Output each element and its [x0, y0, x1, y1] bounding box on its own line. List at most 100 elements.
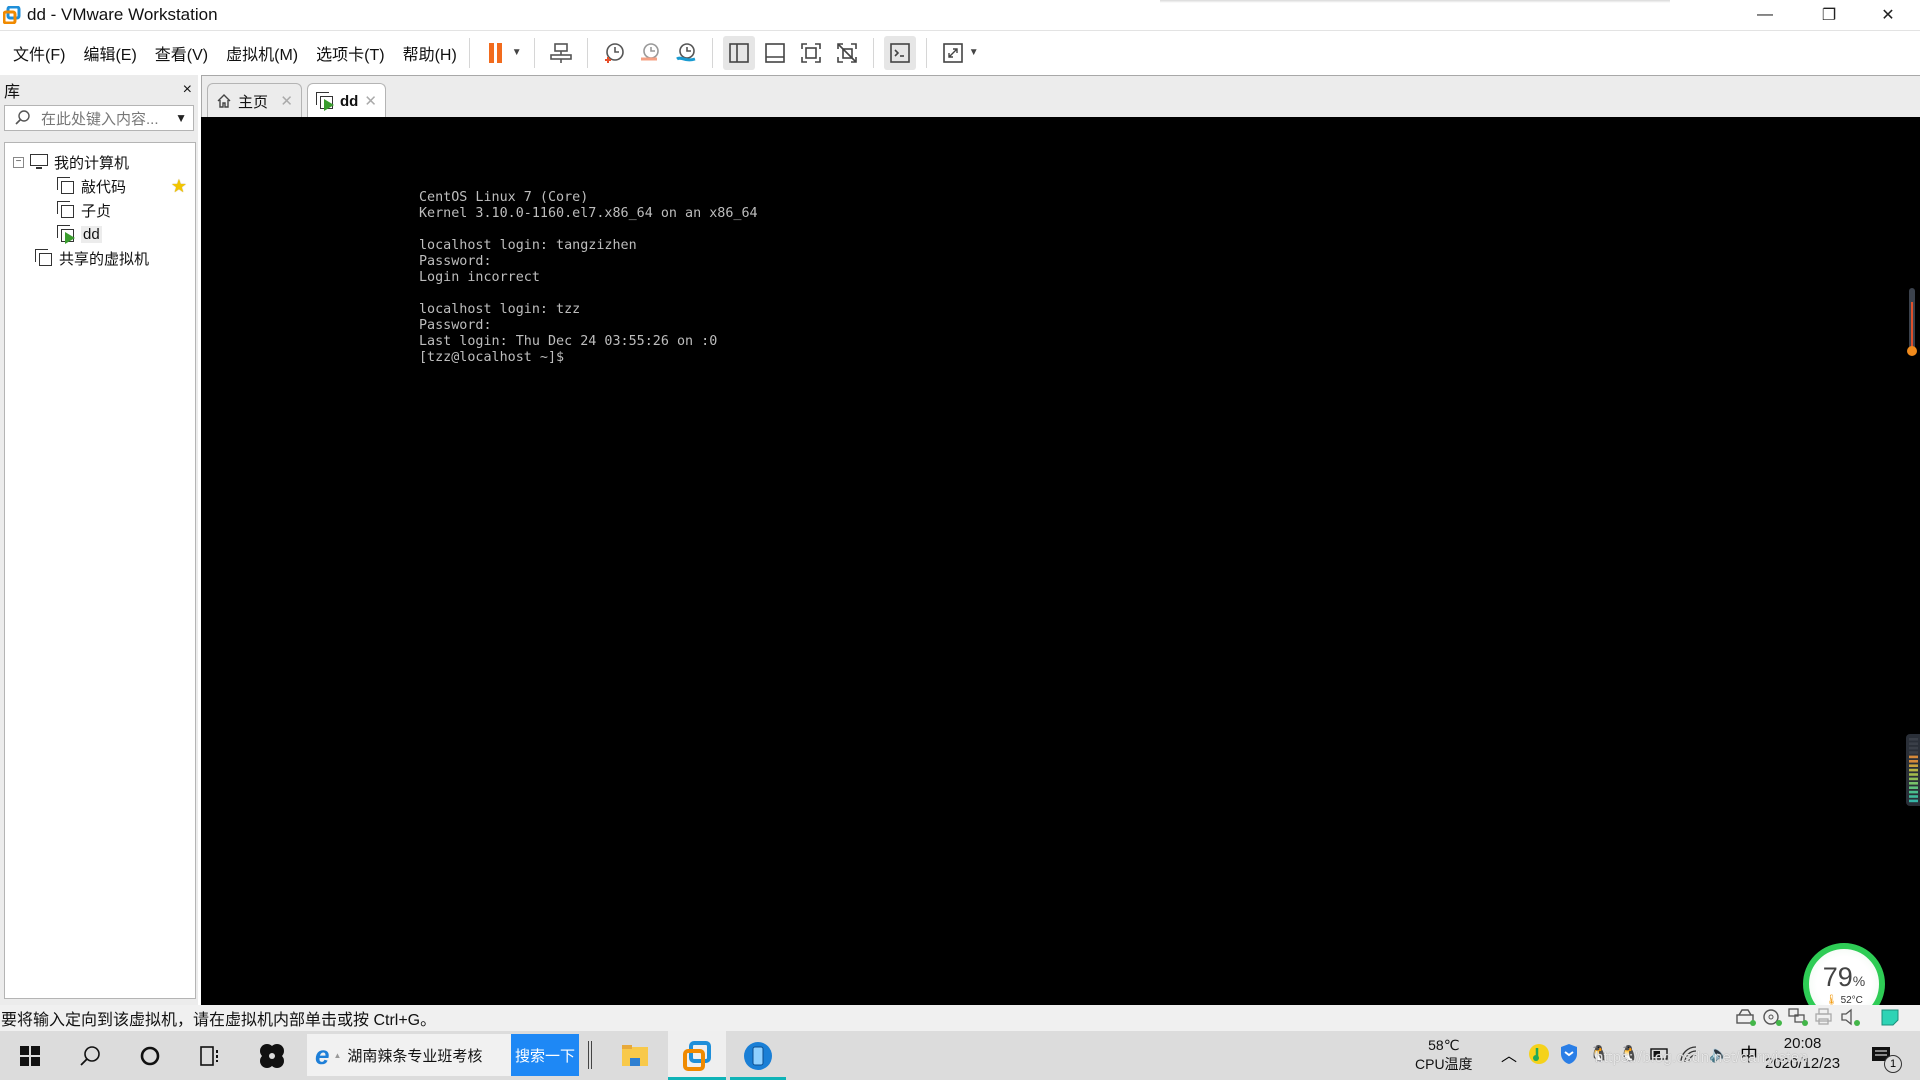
- tree-item-vm-selected[interactable]: dd: [57, 223, 102, 245]
- tree-label: dd: [81, 225, 102, 243]
- menu-view[interactable]: 查看(V): [155, 41, 208, 65]
- temperature-thermometer-widget: [1907, 288, 1917, 358]
- message-log-icon[interactable]: [1880, 1008, 1900, 1026]
- tree-label: 我的计算机: [54, 154, 130, 172]
- tab-close-icon[interactable]: ✕: [280, 92, 293, 110]
- cd-dvd-icon[interactable]: [1762, 1008, 1782, 1026]
- restore-button[interactable]: ❐: [1801, 0, 1857, 29]
- sound-card-icon[interactable]: [1840, 1008, 1860, 1026]
- tab-strip: 主页 ✕ dd ✕: [201, 75, 1920, 118]
- title-bar: dd - VMware Workstation — ❐ ✕: [0, 0, 1920, 29]
- meter-segment: [1909, 795, 1918, 798]
- hard-disk-icon[interactable]: [1736, 1008, 1756, 1026]
- library-search-input[interactable]: 在此处键入内容... ▼: [4, 105, 194, 131]
- task-view-icon: [200, 1045, 218, 1066]
- minimize-button[interactable]: —: [1737, 0, 1793, 29]
- tree-item-vm[interactable]: 敲代码 ★: [57, 175, 193, 197]
- folder-icon: [622, 1044, 648, 1066]
- menu-tabs[interactable]: 选项卡(T): [316, 41, 384, 65]
- toolbar-separator: [925, 37, 927, 68]
- taskbar-app-vmware[interactable]: [668, 1031, 726, 1080]
- send-ctrl-alt-del-button[interactable]: [545, 36, 577, 70]
- terminal-line: localhost login: tangzizhen: [419, 238, 637, 253]
- terminal-line: Login incorrect: [419, 270, 540, 285]
- toolbar-separator: [533, 37, 535, 68]
- meter-segment: [1909, 773, 1918, 776]
- shared-vm-icon: [35, 249, 53, 267]
- menu-edit[interactable]: 编辑(E): [83, 41, 136, 65]
- terminal-output: CentOS Linux 7 (Core) Kernel 3.10.0-1160.…: [419, 190, 758, 366]
- taskbar-app-phone[interactable]: [730, 1031, 786, 1080]
- tab-home[interactable]: 主页 ✕: [207, 83, 302, 118]
- menu-file[interactable]: 文件(F): [13, 41, 65, 65]
- unity-icon: [836, 42, 857, 63]
- full-screen-button[interactable]: [795, 36, 827, 70]
- tree-item-vm[interactable]: 子贞: [57, 199, 111, 221]
- library-title: 库: [4, 84, 21, 101]
- vm-console[interactable]: CentOS Linux 7 (Core) Kernel 3.10.0-1160.…: [201, 117, 1920, 1005]
- vm-icon: [57, 177, 75, 195]
- cortana-button[interactable]: [130, 1031, 170, 1080]
- meter-segment: [1909, 777, 1918, 781]
- show-hidden-icons-icon[interactable]: ︿: [1498, 1043, 1520, 1065]
- pause-dropdown-icon[interactable]: ▼: [512, 47, 522, 58]
- toolbar-separator: [468, 37, 470, 68]
- menu-help[interactable]: 帮助(H): [403, 41, 457, 65]
- tree-item-shared-vms[interactable]: 共享的虚拟机: [35, 247, 149, 269]
- library-close-button[interactable]: ×: [183, 81, 192, 99]
- console-view-button[interactable]: [883, 35, 916, 70]
- vmware-app-icon: [683, 1040, 711, 1071]
- tree-label: 敲代码: [81, 178, 127, 196]
- watermark: https://blog.csdn.net/carryisten: [1595, 1049, 1809, 1066]
- taskbar-web-search-input[interactable]: e ▲ 湖南辣条专业班考核: [307, 1034, 512, 1076]
- terminal-line: Password:: [419, 318, 492, 333]
- close-button[interactable]: ✕: [1860, 0, 1916, 29]
- search-query: 湖南辣条专业班考核: [347, 1047, 483, 1065]
- menu-toolbar: 文件(F) 编辑(E) 查看(V) 虚拟机(M) 选项卡(T) 帮助(H) ▼ …: [0, 30, 1920, 74]
- qq-music-icon[interactable]: [1528, 1043, 1550, 1065]
- stretch-dropdown-icon[interactable]: ▼: [969, 47, 979, 58]
- tree-item-my-computer[interactable]: − 我的计算机: [13, 151, 129, 173]
- terminal-line: Last login: Thu Dec 24 03:55:26 on :0: [419, 334, 718, 349]
- printer-icon[interactable]: [1814, 1008, 1834, 1026]
- window-shadow: [1160, 0, 1670, 3]
- task-view-button[interactable]: [190, 1031, 230, 1080]
- snapshot-manager-button[interactable]: [670, 36, 702, 70]
- stretch-guest-button[interactable]: [937, 36, 969, 70]
- terminal-line: localhost login: tzz: [419, 302, 581, 317]
- show-library-button[interactable]: [722, 35, 755, 70]
- restore-icon: ❐: [1821, 6, 1837, 24]
- action-center-button[interactable]: 1: [1862, 1031, 1902, 1080]
- network-adapter-icon[interactable]: [1788, 1008, 1808, 1026]
- window-title: dd - VMware Workstation: [27, 4, 218, 24]
- start-button[interactable]: [10, 1031, 50, 1080]
- toolbar-separator: [711, 37, 713, 68]
- tab-close-icon[interactable]: ✕: [364, 92, 377, 110]
- cpu-temp-label: CPU温度: [1415, 1056, 1473, 1072]
- meter-segment: [1909, 760, 1918, 763]
- thumbnail-bar-button[interactable]: [759, 36, 791, 70]
- taskbar-search-button[interactable]: [70, 1031, 110, 1080]
- pause-button[interactable]: [480, 36, 512, 70]
- search-icon: [15, 110, 30, 125]
- take-snapshot-button[interactable]: [598, 36, 630, 70]
- collapse-icon[interactable]: −: [13, 156, 24, 168]
- security-shield-icon[interactable]: [1558, 1043, 1580, 1065]
- search-submit-button[interactable]: 搜索一下: [511, 1034, 579, 1076]
- cortana-icon: [140, 1046, 160, 1065]
- taskbar-app-fan[interactable]: [250, 1031, 294, 1080]
- thumbnail-bar-icon: [764, 42, 785, 63]
- pause-icon: [488, 42, 502, 63]
- revert-snapshot-button[interactable]: [634, 36, 666, 70]
- meter-segment: [1909, 755, 1918, 759]
- tab-dd[interactable]: dd ✕: [307, 83, 386, 118]
- menu-vm[interactable]: 虚拟机(M): [226, 41, 298, 65]
- vm-icon: [57, 201, 75, 219]
- taskbar-app-file-explorer[interactable]: [612, 1031, 658, 1080]
- library-panel: 库 × 在此处键入内容... ▼ − 我的计算机 敲代码 ★ 子贞 dd 共享的…: [0, 75, 198, 1005]
- cpu-temperature-widget[interactable]: 58℃ CPU温度: [1415, 1036, 1473, 1074]
- search-dropdown-icon[interactable]: ▼: [175, 111, 187, 125]
- unity-button[interactable]: [831, 36, 863, 70]
- level-meter-widget: [1906, 734, 1920, 806]
